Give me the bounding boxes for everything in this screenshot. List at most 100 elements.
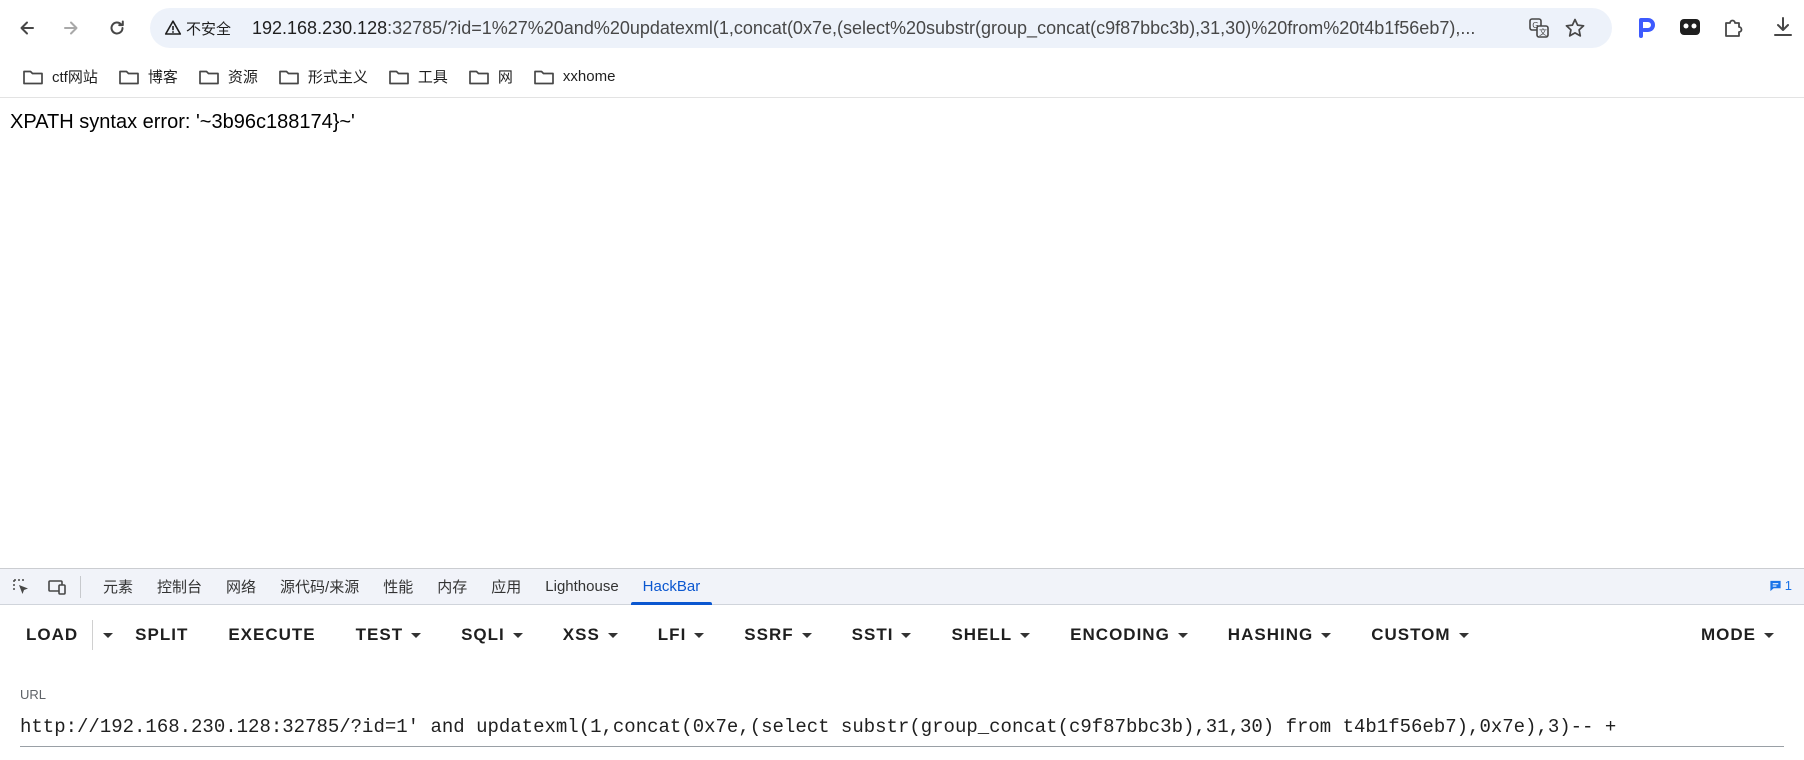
hackbar-toolbar: LOAD SPLIT EXECUTE TEST SQLI XSS LFI SSR… [0, 606, 1804, 664]
tab-network[interactable]: 网络 [214, 569, 268, 605]
error-message: XPATH syntax error: '~3b96c188174}~' [10, 111, 355, 133]
execute-button[interactable]: EXECUTE [208, 615, 335, 655]
xss-label: XSS [562, 625, 600, 644]
ssrf-label: SSRF [744, 625, 794, 644]
security-chip[interactable]: 不安全 [158, 15, 239, 41]
test-menu-button[interactable]: TEST [336, 615, 441, 655]
issues-badge[interactable]: 1 [1769, 578, 1792, 593]
sqli-menu-button[interactable]: SQLI [441, 615, 543, 655]
chevron-down-icon [1321, 632, 1332, 638]
hackbar-url-input[interactable]: http://192.168.230.128:32785/?id=1' and … [20, 709, 1784, 747]
chevron-down-icon [1177, 632, 1188, 638]
chevron-down-icon [607, 632, 618, 638]
bookmark-label: 资源 [227, 69, 258, 86]
mode-label: MODE [1701, 625, 1756, 644]
toolbar-divider [80, 575, 81, 598]
folder-icon [534, 70, 554, 84]
devtools-panel: 元素 控制台 网络 源代码/来源 性能 内存 应用 Lighthouse Hac… [0, 568, 1804, 760]
bookmark-folder[interactable]: 网 [460, 62, 521, 92]
hashing-menu-button[interactable]: HASHING [1208, 615, 1351, 655]
address-bar[interactable]: 不安全 192.168.230.128:32785/?id=1%27%20and… [150, 8, 1612, 48]
browser-toolbar: 不安全 192.168.230.128:32785/?id=1%27%20and… [0, 0, 1804, 56]
message-icon [1770, 580, 1781, 592]
hashing-label: HASHING [1227, 625, 1314, 644]
tab-elements[interactable]: 元素 [91, 569, 145, 605]
folder-icon [469, 70, 489, 84]
tab-memory[interactable]: 内存 [425, 569, 479, 605]
folder-icon [118, 70, 139, 84]
xss-menu-button[interactable]: XSS [543, 615, 638, 655]
devtools-tab-bar: 元素 控制台 网络 源代码/来源 性能 内存 应用 Lighthouse Hac… [0, 569, 1804, 605]
bookmark-label: 形式主义 [307, 69, 368, 86]
star-icon [1565, 18, 1585, 37]
bookmark-folder[interactable]: 形式主义 [270, 62, 376, 92]
extension-mask-button[interactable] [1677, 14, 1703, 40]
bookmark-folder[interactable]: 资源 [190, 62, 266, 92]
lfi-menu-button[interactable]: LFI [638, 615, 725, 655]
test-label: TEST [355, 625, 404, 644]
folder-icon [199, 70, 219, 84]
custom-label: CUSTOM [1371, 625, 1451, 644]
translate-button[interactable]: G文 [1528, 17, 1550, 39]
url-rest: :32785/?id=1%27%20and%20updatexml(1,conc… [387, 18, 1476, 38]
bookmark-label: 博客 [147, 69, 178, 86]
extension-p-button[interactable] [1633, 14, 1659, 40]
encoding-menu-button[interactable]: ENCODING [1050, 615, 1208, 655]
chevron-down-icon [103, 632, 114, 638]
back-button[interactable] [9, 10, 45, 46]
chevron-down-icon [1458, 632, 1469, 638]
tab-sources[interactable]: 源代码/来源 [268, 569, 371, 605]
bookmark-folder[interactable]: 工具 [380, 62, 456, 92]
warning-icon [164, 20, 182, 35]
inspect-element-button[interactable] [6, 572, 36, 602]
shell-label: SHELL [951, 625, 1013, 644]
extension-mask-icon [1680, 19, 1700, 35]
ssti-menu-button[interactable]: SSTI [832, 615, 932, 655]
tab-console[interactable]: 控制台 [145, 569, 214, 605]
tab-lighthouse[interactable]: Lighthouse [533, 569, 630, 605]
ssti-label: SSTI [851, 625, 894, 644]
chevron-down-icon [901, 632, 912, 638]
bookmark-label: 工具 [417, 69, 448, 86]
tab-hackbar[interactable]: HackBar [630, 569, 713, 605]
url-text[interactable]: 192.168.230.128:32785/?id=1%27%20and%20u… [252, 18, 1672, 38]
load-options-button[interactable] [93, 615, 121, 655]
load-button[interactable]: LOAD [0, 615, 92, 655]
bookmark-folder[interactable]: 博客 [110, 62, 186, 92]
folder-icon [389, 70, 409, 84]
sqli-label: SQLI [461, 625, 505, 644]
lfi-label: LFI [657, 625, 687, 644]
shell-menu-button[interactable]: SHELL [931, 615, 1050, 655]
forward-button[interactable] [53, 10, 89, 46]
page-content: XPATH syntax error: '~3b96c188174}~' [0, 99, 1804, 568]
bookmark-star-button[interactable] [1564, 17, 1586, 39]
svg-text:文: 文 [1539, 27, 1547, 37]
ssrf-menu-button[interactable]: SSRF [724, 615, 831, 655]
bookmark-folder[interactable]: ctf网站 [14, 62, 106, 92]
chevron-down-icon [1764, 632, 1774, 638]
folder-icon [23, 70, 43, 84]
custom-menu-button[interactable]: CUSTOM [1351, 615, 1488, 655]
forward-icon [64, 21, 78, 35]
bookmarks-bar: ctf网站 博客 资源 形式主义 工具 网 xxhome [0, 56, 1804, 98]
downloads-button[interactable] [1770, 14, 1796, 40]
security-label: 不安全 [186, 20, 232, 38]
reload-button[interactable] [99, 10, 135, 46]
reload-icon [110, 20, 124, 35]
bookmark-label: xxhome [562, 68, 616, 85]
mode-menu-button[interactable]: MODE [1685, 615, 1804, 655]
split-button[interactable]: SPLIT [121, 615, 208, 655]
url-host: 192.168.230.128 [252, 18, 388, 38]
device-toolbar-button[interactable] [42, 572, 72, 602]
extensions-button[interactable] [1721, 14, 1747, 40]
tab-performance[interactable]: 性能 [371, 569, 425, 605]
url-field-label: URL [20, 687, 47, 702]
folder-icon [279, 70, 299, 84]
bookmark-folder[interactable]: xxhome [525, 62, 624, 92]
device-icon [48, 579, 66, 595]
tab-application[interactable]: 应用 [479, 569, 533, 605]
extension-p-icon [1639, 18, 1655, 38]
issues-count: 1 [1784, 578, 1792, 593]
bookmark-label: ctf网站 [52, 69, 98, 86]
chevron-down-icon [411, 632, 422, 638]
